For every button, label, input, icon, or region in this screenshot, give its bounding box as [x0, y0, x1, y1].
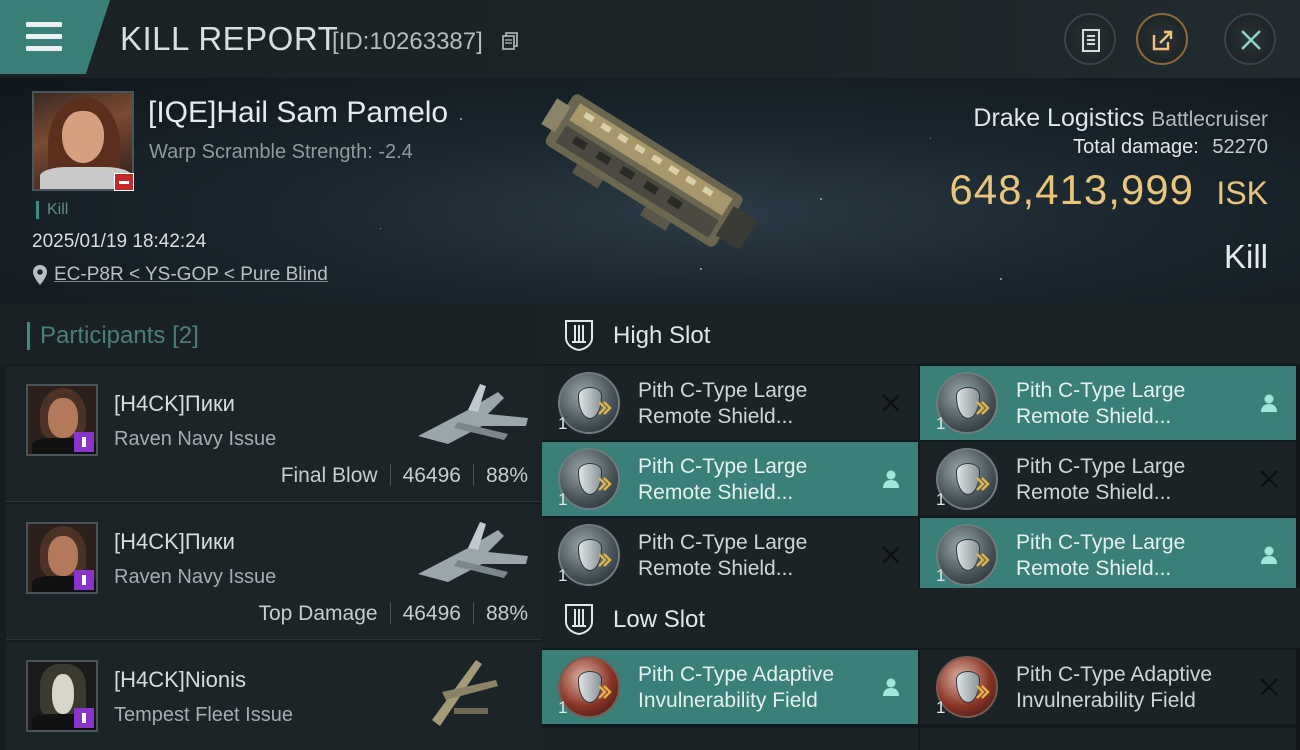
module-quantity: 1 [936, 698, 946, 717]
person-dropped-icon [880, 676, 902, 698]
total-damage: Total damage: 52270 [1073, 136, 1268, 159]
kill-result: Kill [1223, 238, 1268, 275]
participant-ship: Raven Navy Issue [114, 428, 277, 450]
purple-rank-badge-icon [74, 432, 94, 452]
low-slot-title: Low Slot [613, 606, 706, 633]
x-destroyed-icon [1258, 468, 1280, 490]
notes-button[interactable] [1064, 13, 1116, 65]
copy-icon[interactable] [502, 32, 518, 50]
total-damage-label: Total damage: [1073, 136, 1199, 158]
module-item[interactable]: 1 Pith C-Type Large Remote Shield... [542, 442, 918, 516]
participants-header: Participants [2] [0, 304, 542, 364]
participant-role: Final Blow [280, 464, 378, 487]
module-item[interactable]: 1 Pith C-Type Large Remote Shield... [920, 442, 1296, 516]
close-button[interactable] [1224, 13, 1276, 65]
participant-percent: 88% [485, 602, 528, 625]
isk-value: 648,413,999 [949, 166, 1194, 213]
kill-datetime: 2025/01/19 18:42:24 [32, 231, 207, 252]
module-quantity: 1 [558, 414, 568, 433]
total-damage-value: 52270 [1212, 136, 1268, 158]
participant-row[interactable]: [H4CK]Пики Raven Navy Issue Top Damage 46… [6, 504, 542, 640]
location-link[interactable]: EC-P8R < YS-GOP < Pure Blind [54, 264, 328, 286]
location-pin-icon [33, 265, 47, 285]
participant-ship-image [418, 384, 528, 444]
module-name: Pith C-Type Large Remote Shield... [1016, 379, 1186, 428]
module-quantity: 1 [936, 414, 946, 433]
high-slot-icon [565, 320, 593, 352]
module-name: Pith C-Type Large Remote Shield... [638, 455, 808, 504]
participant-row[interactable]: [H4CK]Nionis Tempest Fleet Issue [6, 642, 542, 750]
person-dropped-icon [1258, 392, 1280, 414]
module-item[interactable]: 1 Pith C-Type Large Remote Shield... [920, 366, 1296, 440]
module-item[interactable]: 1 Pith C-Type Large Remote Shield... [920, 518, 1296, 592]
participant-role: Top Damage [258, 602, 378, 625]
participant-name: [H4CK]Nionis [114, 667, 247, 692]
module-item[interactable]: 1 Pith C-Type Adaptive Invulnerability Fi… [920, 650, 1296, 724]
module-quantity: 1 [936, 490, 946, 509]
participant-damage: 46496 [402, 464, 461, 487]
page-title: KILL REPORT [120, 20, 339, 57]
victim-summary: [IQE]Hail Sam Pamelo Warp Scramble Stren… [0, 78, 1300, 304]
module-quantity: 1 [558, 490, 568, 509]
participant-row[interactable]: [H4CK]Пики Raven Navy Issue Final Blow 46… [6, 366, 542, 502]
share-button[interactable] [1136, 13, 1188, 65]
participants-title: Participants [2] [27, 322, 199, 350]
top-bar: KILL REPORT [ID:10263387] [0, 0, 1300, 78]
isk-unit: ISK [1216, 175, 1268, 211]
module-quantity: 1 [936, 566, 946, 585]
participant-ship-image [418, 522, 528, 582]
module-name: Pith C-Type Adaptive Invulnerability Fie… [638, 663, 835, 712]
person-dropped-icon [880, 468, 902, 490]
module-quantity: 1 [558, 566, 568, 585]
corp-badge-icon [114, 173, 134, 191]
victim-ship-image [541, 94, 758, 251]
high-slot-title: High Slot [613, 322, 711, 349]
close-icon [1241, 30, 1261, 50]
module-name: Pith C-Type Large Remote Shield... [1016, 531, 1186, 580]
participant-percent: 88% [485, 464, 528, 487]
menu-button[interactable] [0, 0, 110, 74]
purple-rank-badge-icon [74, 708, 94, 728]
purple-rank-badge-icon [74, 570, 94, 590]
share-export-icon [1152, 30, 1173, 51]
fitting-panel: High Slot 1 Pith C-Type Large Remote Shie… [542, 304, 1300, 750]
participant-stats: Top Damage 46496 88% [258, 602, 528, 626]
participants-count: [2] [172, 322, 199, 349]
person-dropped-icon [1258, 544, 1280, 566]
module-name: Pith C-Type Large Remote Shield... [1016, 455, 1186, 504]
isk-loss: 648,413,999 ISK [949, 166, 1268, 214]
victim-ship: Drake Logistics Battlecruiser [973, 104, 1268, 133]
participant-ship-image [432, 660, 498, 726]
ship-class: Battlecruiser [1151, 108, 1268, 131]
high-slot-header: High Slot [542, 304, 1300, 364]
module-name: Pith C-Type Large Remote Shield... [638, 531, 808, 580]
participant-ship: Tempest Fleet Issue [114, 704, 293, 726]
participant-damage: 46496 [402, 602, 461, 625]
clipboard-icon [1082, 29, 1100, 52]
participants-label: Participants [40, 322, 166, 349]
module-name: Pith C-Type Large Remote Shield... [638, 379, 808, 428]
participant-name: [H4CK]Пики [114, 529, 235, 554]
participant-stats: Final Blow 46496 88% [281, 464, 528, 488]
participant-name: [H4CK]Пики [114, 391, 235, 416]
participants-panel: Participants [2] [H4CK]Пики Raven Navy I… [0, 304, 542, 750]
x-destroyed-icon [1258, 676, 1280, 698]
participant-ship: Raven Navy Issue [114, 566, 277, 588]
report-id: [ID:10263387] [332, 28, 483, 55]
warp-scramble-strength: Warp Scramble Strength: -2.4 [149, 141, 413, 163]
module-quantity: 1 [558, 698, 568, 717]
module-slot-partial [920, 728, 1296, 750]
module-item[interactable]: 1 Pith C-Type Large Remote Shield... [542, 518, 918, 592]
low-slot-icon [565, 604, 593, 636]
victim-name[interactable]: [IQE]Hail Sam Pamelo [148, 96, 448, 130]
low-slot-header: Low Slot [542, 588, 1300, 648]
x-destroyed-icon [880, 544, 902, 566]
module-slot-partial [542, 728, 918, 750]
kill-tag: Kill [36, 201, 68, 219]
module-item[interactable]: 1 Pith C-Type Large Remote Shield... [542, 366, 918, 440]
module-name: Pith C-Type Adaptive Invulnerability Fie… [1016, 663, 1213, 712]
x-destroyed-icon [880, 392, 902, 414]
ship-name[interactable]: Drake Logistics [973, 104, 1144, 132]
module-item[interactable]: 1 Pith C-Type Adaptive Invulnerability Fi… [542, 650, 918, 724]
